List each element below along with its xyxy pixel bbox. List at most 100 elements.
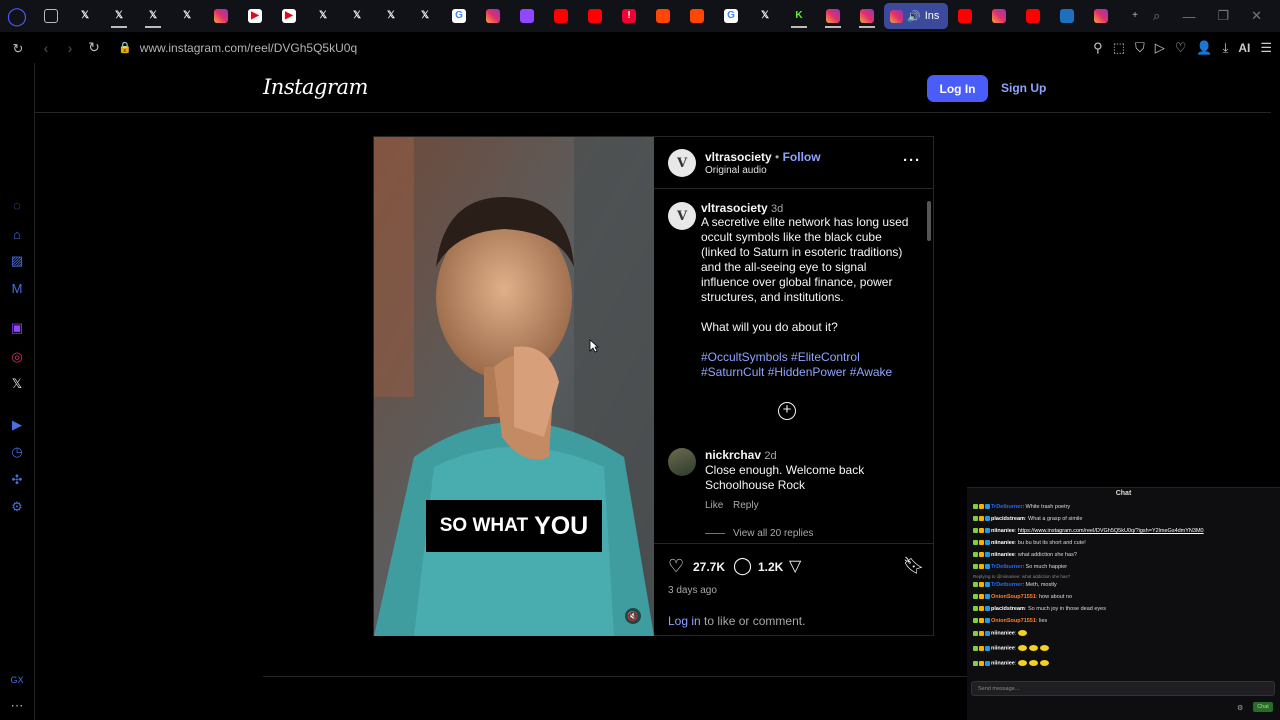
chat-username[interactable]: placidstream	[991, 516, 1025, 522]
shield-icon[interactable]: ⛉	[1135, 40, 1145, 56]
opera-logo-icon[interactable]: ◯	[0, 0, 34, 32]
tab-x[interactable]: 𝕏	[408, 0, 442, 32]
url-field[interactable]: www.instagram.com/reel/DVGh5Q5kU0q	[140, 41, 357, 55]
bookmark-icon[interactable]: 🔖︎	[903, 556, 925, 576]
tab-x[interactable]: 𝕏	[68, 0, 102, 32]
tab-google[interactable]: G	[442, 0, 476, 32]
tab-netflix[interactable]: ▶	[272, 0, 306, 32]
tab-instagram-active[interactable]: 🔊 Ins	[884, 3, 948, 29]
tab-x[interactable]: 𝕏	[306, 0, 340, 32]
chat-username[interactable]: niinaniee	[991, 528, 1015, 534]
comments-scrollbar[interactable]	[926, 193, 932, 539]
robot-icon[interactable]: ⌂	[9, 226, 25, 242]
settings-icon[interactable]: ⚙	[1237, 704, 1243, 712]
follow-button[interactable]: Follow	[783, 150, 821, 164]
tab-kick[interactable]: K	[782, 0, 816, 32]
play-icon[interactable]: ▷	[1155, 40, 1165, 56]
comment-username[interactable]: nickrchav	[705, 448, 761, 462]
avatar[interactable]: V	[668, 202, 696, 230]
caption-hashtags[interactable]: #OccultSymbols #EliteControl #SaturnCult…	[701, 350, 911, 380]
chat-username[interactable]: OnionSoup71551	[991, 618, 1036, 624]
chat-username[interactable]: niinaniee	[991, 540, 1015, 546]
new-tab-button[interactable]: +	[1118, 0, 1152, 32]
aria-icon[interactable]: ◌	[9, 197, 25, 213]
minimize-icon[interactable]: —	[1182, 9, 1195, 24]
view-replies-button[interactable]: View all 20 replies	[705, 528, 813, 539]
forward-icon[interactable]: ›	[58, 40, 82, 56]
share-icon[interactable]: ▽	[789, 556, 801, 576]
chat-text[interactable]: https://www.instagram.com/reel/DVGh5Q5kU…	[1018, 528, 1204, 534]
chat-username[interactable]: TrDetburner	[991, 582, 1022, 588]
twitch-icon[interactable]: ▣	[9, 320, 25, 336]
chat-username[interactable]: TrDetburner	[991, 504, 1022, 510]
chat-username[interactable]: TrDetburner	[991, 564, 1022, 570]
instagram-icon[interactable]: ◎	[9, 349, 25, 365]
reload-icon[interactable]: ↻	[10, 41, 26, 57]
tab-x[interactable]: 𝕏	[340, 0, 374, 32]
profile-icon[interactable]: 👤	[1196, 40, 1212, 56]
heart-icon[interactable]: ♡	[1175, 40, 1187, 56]
tab-instagram[interactable]	[850, 0, 884, 32]
scrollbar-thumb[interactable]	[927, 201, 931, 241]
tab-x[interactable]: 𝕏	[136, 0, 170, 32]
tab-alert[interactable]: !	[612, 0, 646, 32]
chat-input[interactable]: Send message...	[971, 681, 1275, 696]
x-icon[interactable]: 𝕏	[9, 376, 25, 392]
author-username[interactable]: vltrasociety	[705, 150, 772, 164]
extensions-icon[interactable]: ✣	[9, 472, 25, 488]
tab-reddit[interactable]	[646, 0, 680, 32]
caption-username[interactable]: vltrasociety	[701, 201, 768, 215]
reel-video[interactable]: SO WHAT YOU 🔇	[374, 137, 654, 636]
login-button[interactable]: Log In	[927, 75, 988, 102]
tab-youtube[interactable]	[544, 0, 578, 32]
instagram-logo[interactable]: Instagram	[263, 75, 368, 99]
avatar[interactable]	[668, 448, 696, 476]
maximize-icon[interactable]: ❐	[1217, 8, 1229, 24]
like-count[interactable]: 27.7K	[693, 560, 725, 574]
more-options-icon[interactable]: ···	[903, 152, 921, 169]
tab-twitch[interactable]	[510, 0, 544, 32]
tab-reddit[interactable]	[680, 0, 714, 32]
mute-icon[interactable]: 🔇	[625, 608, 641, 624]
tab-instagram[interactable]	[204, 0, 238, 32]
tab-x[interactable]: 𝕏	[748, 0, 782, 32]
close-icon[interactable]: ✕	[1251, 8, 1262, 24]
download-icon[interactable]: ⤓	[1223, 40, 1229, 56]
pin-icon[interactable]: ⚲	[1093, 40, 1103, 56]
speaker-icon[interactable]: 🔊	[907, 10, 921, 23]
ai-button[interactable]: AI	[1238, 41, 1250, 55]
tab-instagram[interactable]	[476, 0, 510, 32]
comment-count[interactable]: 1.2K	[758, 560, 783, 574]
messenger-icon[interactable]: M	[9, 280, 25, 296]
search-tabs-icon[interactable]: ⌕	[1153, 8, 1160, 24]
audio-label[interactable]: Original audio	[705, 165, 767, 176]
signup-link[interactable]: Sign Up	[1001, 81, 1046, 95]
settings-icon[interactable]: ⚙	[9, 499, 25, 515]
avatar[interactable]: V	[668, 149, 696, 177]
tab-youtube[interactable]	[578, 0, 612, 32]
tab-netflix[interactable]: ▶	[238, 0, 272, 32]
tab-youtube[interactable]	[948, 0, 982, 32]
snapshot-icon[interactable]: ⬚	[1113, 40, 1125, 56]
tab-instagram[interactable]	[816, 0, 850, 32]
tab-blue-app[interactable]	[1050, 0, 1084, 32]
comment-icon[interactable]: ◯	[733, 556, 752, 576]
history-icon[interactable]: ◷	[9, 444, 25, 460]
tab-youtube[interactable]	[1016, 0, 1050, 32]
chat-username[interactable]: niinaniee	[991, 645, 1015, 651]
stripes-icon[interactable]: ▨	[9, 253, 25, 269]
heart-icon[interactable]: ♡	[668, 556, 684, 577]
tab-x[interactable]: 𝕏	[102, 0, 136, 32]
chat-username[interactable]: placidstream	[991, 606, 1025, 612]
tab-instagram[interactable]	[1084, 0, 1118, 32]
comment-reply-button[interactable]: Reply	[733, 500, 759, 511]
tab-google[interactable]: G	[714, 0, 748, 32]
load-more-comments-icon[interactable]: +	[778, 402, 796, 420]
chat-username[interactable]: OnionSoup71551	[991, 594, 1036, 600]
chat-username[interactable]: niinaniee	[991, 630, 1015, 636]
comment-like-button[interactable]: Like	[705, 500, 723, 511]
menu-icon[interactable]: ☰	[1260, 40, 1272, 56]
chat-username[interactable]: niinaniee	[991, 660, 1015, 666]
gx-label[interactable]: GX	[9, 672, 25, 688]
chat-username[interactable]: niinaniee	[991, 552, 1015, 558]
